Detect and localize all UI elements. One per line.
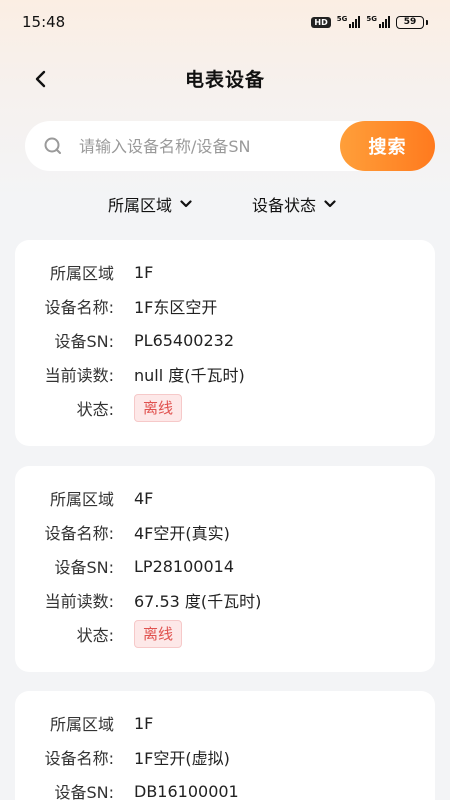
status-badge: 离线: [134, 394, 183, 422]
back-button[interactable]: [28, 66, 54, 92]
reading-value: null 度(千瓦时): [134, 366, 245, 385]
row-name: 设备名称: 1F东区空开: [15, 294, 435, 318]
sn-label: 设备SN:: [54, 783, 114, 800]
battery-tip: [426, 19, 428, 25]
name-label: 设备名称:: [44, 749, 114, 768]
chevron-down-icon: [324, 200, 336, 208]
search-button[interactable]: 搜索: [340, 121, 435, 171]
reading-label: 当前读数:: [44, 366, 114, 385]
row-sn: 设备SN: PL65400232: [15, 328, 435, 352]
page-title: 电表设备: [184, 68, 265, 91]
sn-value: PL65400232: [134, 330, 234, 350]
row-reading: 当前读数: null 度(千瓦时): [15, 362, 435, 386]
nav-bar: 电表设备: [0, 56, 450, 100]
region-label: 所属区域: [49, 490, 114, 509]
filter-bar: 所属区域 设备状态: [0, 186, 450, 222]
battery-icon: 59: [396, 15, 424, 29]
status-bar: 15:48 HD 5G 5G 59: [0, 0, 450, 44]
name-label: 设备名称:: [44, 298, 114, 317]
sn-value: LP28100014: [134, 556, 234, 576]
region-label: 所属区域: [49, 264, 114, 283]
row-sn: 设备SN: DB16100001: [15, 779, 435, 800]
reading-value: 67.53 度(千瓦时): [134, 592, 262, 611]
chevron-left-icon: [35, 70, 46, 88]
status-badge: 离线: [134, 620, 183, 648]
name-value: 1F东区空开: [134, 298, 218, 317]
status-icons: HD 5G 5G 59: [311, 15, 428, 29]
hd-icon: HD: [311, 16, 331, 28]
row-region: 所属区域 1F: [15, 711, 435, 735]
status-time: 15:48: [22, 13, 66, 31]
filter-label: 所属区域: [108, 196, 173, 215]
row-reading: 当前读数: 67.53 度(千瓦时): [15, 588, 435, 612]
reading-label: 当前读数:: [44, 592, 114, 611]
row-status: 状态: 离线: [15, 620, 435, 648]
region-value: 1F: [134, 713, 154, 733]
region-label: 所属区域: [49, 715, 114, 734]
signal-icon: 5G: [366, 16, 390, 28]
device-card[interactable]: 所属区域 1F 设备名称: 1F空开(虚拟) 设备SN: DB16100001: [15, 691, 435, 800]
region-value: 4F: [134, 488, 154, 508]
status-label: 状态:: [76, 626, 114, 645]
signal-label: 5G: [366, 15, 377, 23]
chevron-down-icon: [180, 200, 192, 208]
sn-label: 设备SN:: [54, 332, 114, 351]
row-name: 设备名称: 1F空开(虚拟): [15, 745, 435, 769]
filter-region-dropdown[interactable]: 所属区域: [108, 186, 192, 222]
name-label: 设备名称:: [44, 524, 114, 543]
device-card[interactable]: 所属区域 1F 设备名称: 1F东区空开 设备SN: PL65400232 当前…: [15, 240, 435, 446]
search-bar: 搜索: [25, 121, 435, 171]
filter-status-dropdown[interactable]: 设备状态: [252, 186, 336, 222]
row-status: 状态: 离线: [15, 394, 435, 422]
signal-icon: 5G: [337, 16, 361, 28]
signal-label: 5G: [336, 15, 348, 23]
row-region: 所属区域 1F: [15, 260, 435, 284]
filter-label: 设备状态: [252, 196, 317, 215]
search-icon: [43, 136, 63, 156]
status-label: 状态:: [76, 400, 114, 419]
region-value: 1F: [134, 262, 154, 282]
name-value: 1F空开(虚拟): [134, 749, 230, 768]
row-region: 所属区域 4F: [15, 486, 435, 510]
sn-value: DB16100001: [134, 781, 239, 800]
row-sn: 设备SN: LP28100014: [15, 554, 435, 578]
screen: 15:48 HD 5G 5G 59 电表设备 请输入设备名称/设备SN 搜索 所…: [0, 0, 450, 800]
name-value: 4F空开(真实): [134, 524, 230, 543]
sn-label: 设备SN:: [54, 558, 114, 577]
device-card[interactable]: 所属区域 4F 设备名称: 4F空开(真实) 设备SN: LP28100014 …: [15, 466, 435, 672]
row-name: 设备名称: 4F空开(真实): [15, 520, 435, 544]
search-input[interactable]: [79, 136, 329, 156]
